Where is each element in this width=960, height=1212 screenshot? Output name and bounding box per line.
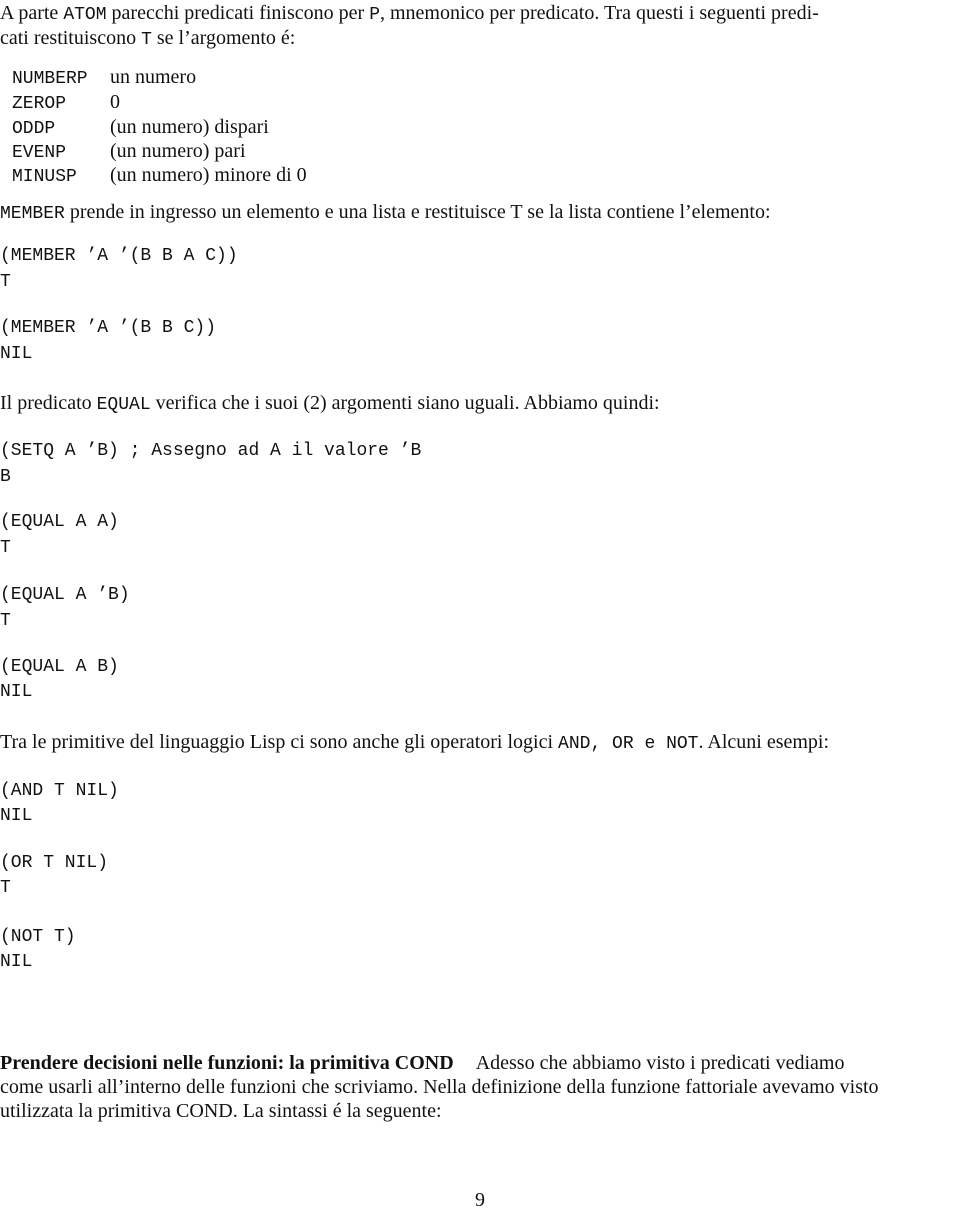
result-line: T [0, 538, 11, 558]
cond-section-line-3: utilizzata la primitiva COND. La sintass… [0, 1100, 442, 1122]
result-line: NIL [0, 806, 33, 826]
predicate-row: ZEROP 0 [12, 90, 120, 116]
paragraph-text: prende in ingresso un elemento e una lis… [64, 201, 771, 223]
intro-text: se l’argomento é: [151, 27, 296, 49]
cond-section-line-2: come usarli all’interno delle funzioni c… [0, 1076, 879, 1098]
intro-text: A parte [0, 2, 64, 24]
paragraph-text: Tra le primitive del linguaggio Lisp ci … [0, 731, 559, 753]
paragraph-text: . Alcuni esempi: [698, 731, 830, 753]
result-line: T [0, 878, 11, 898]
result-line: T [0, 611, 11, 631]
code-line: (EQUAL A A) [0, 512, 119, 532]
code-line: (AND T NIL) [0, 781, 119, 801]
member-paragraph: MEMBER prende in ingresso un elemento e … [0, 200, 771, 226]
code-logic-ops: AND, OR e NOT [558, 734, 699, 754]
code-atom: ATOM [63, 5, 107, 25]
code-t: T [141, 30, 152, 50]
code-line: (OR T NIL) [0, 853, 109, 873]
intro-text: , mnemonico per predicato. Tra questi i … [380, 2, 819, 24]
intro-line-2: cati restituiscono T se l’argomento é: [0, 26, 295, 52]
predicate-row: MINUSP (un numero) minore di 0 [12, 163, 307, 189]
section-heading: Prendere decisioni nelle funzioni: la pr… [0, 1052, 454, 1074]
paragraph-text: Adesso che abbiamo visto i predicati ved… [475, 1052, 845, 1074]
predicate-row: NUMBERP un numero [12, 65, 196, 91]
intro-text: cati restituiscono [0, 27, 142, 49]
predicate-name: MINUSP [12, 167, 77, 187]
predicate-desc: un numero [110, 66, 197, 88]
predicate-desc: (un numero) dispari [110, 116, 269, 138]
code-line: (SETQ A ’B) ; Assegno ad A il valore ’B [0, 441, 422, 461]
code-line: (NOT T) [0, 927, 76, 947]
cond-section-line-1: Prendere decisioni nelle funzioni: la pr… [0, 1051, 958, 1075]
predicate-row: ODDP (un numero) dispari [12, 115, 269, 141]
code-line: (EQUAL A ’B) [0, 585, 130, 605]
predicate-name: ZEROP [12, 94, 67, 114]
code-member: MEMBER [0, 204, 65, 224]
result-line: NIL [0, 952, 33, 972]
code-line: (EQUAL A B) [0, 657, 119, 677]
intro-line-1: A parte ATOM parecchi predicati finiscon… [0, 1, 819, 27]
intro-text: parecchi predicati finiscono per [106, 2, 370, 24]
code-line: (MEMBER ’A ’(B B C)) [0, 318, 217, 338]
predicate-name: NUMBERP [12, 69, 88, 89]
result-line: NIL [0, 344, 33, 364]
code-line: (MEMBER ’A ’(B B A C)) [0, 246, 238, 266]
paragraph-text: Il predicato [0, 392, 97, 414]
predicate-desc: 0 [110, 91, 120, 113]
code-equal: EQUAL [96, 395, 151, 415]
result-line: T [0, 272, 11, 292]
predicate-row: EVENP (un numero) pari [12, 139, 246, 165]
logic-paragraph: Tra le primitive del linguaggio Lisp ci … [0, 730, 829, 756]
result-line: B [0, 467, 11, 487]
predicate-name: ODDP [12, 119, 56, 139]
code-p: P [369, 5, 380, 25]
predicate-desc: (un numero) minore di 0 [110, 164, 307, 186]
result-line: NIL [0, 682, 33, 702]
page-number: 9 [475, 1189, 485, 1211]
equal-paragraph: Il predicato EQUAL verifica che i suoi (… [0, 391, 660, 417]
predicate-name: EVENP [12, 143, 67, 163]
predicate-desc: (un numero) pari [110, 140, 246, 162]
paragraph-text: verifica che i suoi (2) argomenti siano … [150, 392, 660, 414]
